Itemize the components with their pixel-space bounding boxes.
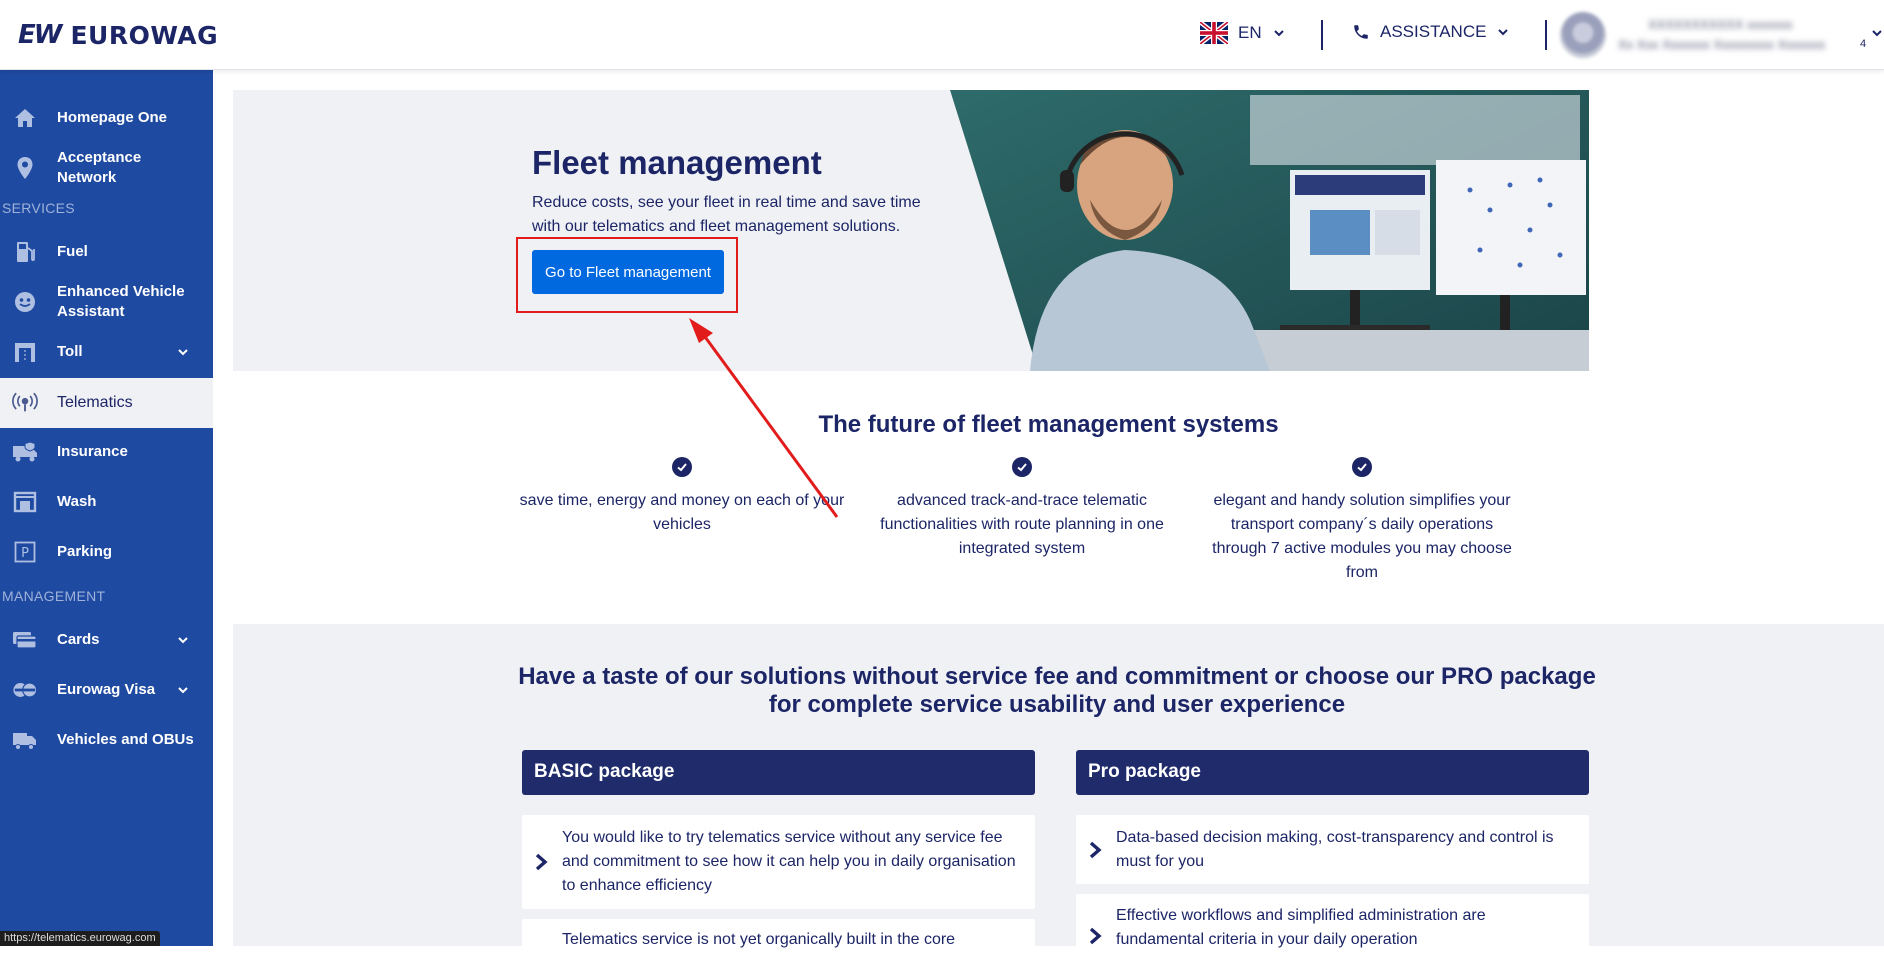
home-icon bbox=[12, 105, 38, 131]
sidebar-item-vehicles-obus[interactable]: Vehicles and OBUs bbox=[0, 722, 213, 758]
chevron-right-icon bbox=[1089, 927, 1102, 945]
check-circle-icon bbox=[1012, 457, 1032, 477]
check-circle-icon bbox=[1352, 457, 1372, 477]
sidebar-item-label: Insurance bbox=[57, 443, 128, 460]
toll-gate-icon bbox=[12, 339, 38, 365]
sidebar-item-label: Eurowag Visa bbox=[57, 681, 156, 698]
page-title: Fleet management bbox=[532, 144, 822, 181]
package-item-text: Data-based decision making, cost-transpa… bbox=[1116, 828, 1554, 870]
sidebar-item-label: Vehicles and OBUs bbox=[57, 731, 194, 748]
highlight-box bbox=[516, 237, 738, 313]
sidebar-item-label: Toll bbox=[57, 343, 83, 360]
sidebar-item-eurowag-visa[interactable]: Eurowag Visa bbox=[0, 672, 213, 708]
package-item-text: You would like to try telematics service… bbox=[562, 829, 1016, 894]
language-label: EN bbox=[1238, 23, 1262, 42]
sidebar-item-label: Parking bbox=[57, 543, 113, 560]
status-bar-url: https://telematics.eurowag.com bbox=[0, 931, 160, 946]
user-name: XXXXXXXXXXX xxxxxxx bbox=[1648, 17, 1793, 32]
visa-icon bbox=[12, 677, 38, 703]
user-company: Xx Xxx Xxxxxxx Xxxxxxxxx Xxxxxxx bbox=[1618, 37, 1826, 52]
sidebar-item-fuel[interactable]: Fuel bbox=[0, 234, 213, 270]
chevron-right-icon bbox=[535, 853, 548, 871]
hero-image bbox=[950, 90, 1589, 371]
sidebar-item-acceptance-network[interactable]: Acceptance Network bbox=[0, 145, 213, 191]
sidebar: Homepage One Acceptance Network SERVICES… bbox=[0, 70, 213, 946]
sidebar-item-label: Homepage One bbox=[57, 109, 168, 126]
chevron-down-icon bbox=[178, 349, 188, 356]
pro-package-item: Data-based decision making, cost-transpa… bbox=[1076, 815, 1589, 884]
basic-package-item: You would like to try telematics service… bbox=[522, 815, 1035, 909]
truck-icon bbox=[12, 727, 38, 753]
avatar bbox=[1560, 12, 1606, 58]
user-info: XXXXXXXXXXX xxxxxxx Xx Xxx Xxxxxxx Xxxxx… bbox=[1618, 15, 1825, 55]
top-header: EW EUROWAG EN ASSISTANCE XXXXXXXXXXX xxx… bbox=[0, 0, 1884, 70]
basic-package-header: BASIC package bbox=[522, 750, 1035, 795]
sidebar-item-label: Wash bbox=[57, 493, 97, 510]
chevron-down-icon bbox=[178, 687, 188, 694]
uk-flag-icon bbox=[1200, 22, 1228, 44]
assistant-icon bbox=[12, 289, 38, 315]
feature-text: advanced track-and-trace telematic funct… bbox=[880, 492, 1164, 557]
check-circle-icon bbox=[672, 457, 692, 477]
insurance-truck-icon bbox=[12, 439, 38, 465]
logo-mark: EW bbox=[18, 20, 62, 50]
feature-item: elegant and handy solution simplifies yo… bbox=[1192, 457, 1532, 585]
sidebar-item-insurance[interactable]: Insurance bbox=[0, 434, 213, 470]
hero-description: Reduce costs, see your fleet in real tim… bbox=[532, 194, 921, 235]
assistance-menu[interactable]: ASSISTANCE bbox=[1352, 22, 1510, 42]
fuel-pump-icon bbox=[12, 239, 38, 265]
feature-text: save time, energy and money on each of y… bbox=[519, 492, 845, 533]
sidebar-item-homepage[interactable]: Homepage One bbox=[0, 100, 213, 136]
location-pin-icon bbox=[12, 155, 38, 181]
eurowag-logo[interactable]: EW EUROWAG bbox=[18, 20, 218, 50]
package-item-text: Effective workflows and simplified admin… bbox=[1116, 907, 1486, 948]
pro-package-header: Pro package bbox=[1076, 750, 1589, 795]
sidebar-item-wash[interactable]: Wash bbox=[0, 484, 213, 520]
chevron-down-icon bbox=[1498, 29, 1509, 36]
cards-icon bbox=[12, 627, 38, 653]
sidebar-item-toll[interactable]: Toll bbox=[0, 334, 213, 370]
section-title-services: SERVICES bbox=[2, 200, 75, 216]
wash-icon bbox=[12, 489, 38, 515]
package-item-text: Telematics service is not yet organicall… bbox=[562, 931, 956, 948]
chevron-down-icon bbox=[178, 637, 188, 644]
feature-item: advanced track-and-trace telematic funct… bbox=[852, 457, 1192, 561]
sidebar-item-parking[interactable]: P Parking bbox=[0, 534, 213, 570]
svg-text:P: P bbox=[21, 546, 29, 561]
sidebar-item-label: Acceptance Network bbox=[57, 149, 142, 186]
feature-text: elegant and handy solution simplifies yo… bbox=[1212, 492, 1512, 581]
sidebar-item-label: Fuel bbox=[57, 243, 88, 260]
feature-item: save time, energy and money on each of y… bbox=[512, 457, 852, 537]
sidebar-item-cards[interactable]: Cards bbox=[0, 622, 213, 658]
parking-icon: P bbox=[12, 539, 38, 565]
section-title-management: MANAGEMENT bbox=[2, 588, 106, 604]
chevron-down-icon bbox=[1273, 30, 1284, 37]
basic-package-item: Telematics service is not yet organicall… bbox=[522, 919, 1035, 959]
sidebar-item-enhanced-vehicle-assistant[interactable]: Enhanced Vehicle Assistant bbox=[0, 279, 213, 325]
header-divider bbox=[1321, 20, 1323, 50]
header-divider bbox=[1545, 20, 1547, 50]
assistance-label: ASSISTANCE bbox=[1380, 22, 1487, 41]
features-title: The future of fleet management systems bbox=[818, 411, 1279, 438]
phone-icon bbox=[1354, 25, 1368, 39]
chevron-right-icon bbox=[1089, 841, 1102, 858]
chevron-down-icon[interactable] bbox=[1870, 26, 1884, 40]
language-selector[interactable]: EN bbox=[1200, 22, 1286, 44]
logo-text: EUROWAG bbox=[70, 20, 219, 50]
packages-title: Have a taste of our solutions without se… bbox=[518, 663, 1596, 718]
sidebar-item-label: Cards bbox=[57, 631, 100, 648]
user-badge: 4 bbox=[1860, 38, 1867, 50]
sidebar-item-label: Enhanced Vehicle Assistant bbox=[57, 283, 185, 320]
pro-package-item: Effective workflows and simplified admin… bbox=[1076, 894, 1589, 954]
user-menu[interactable]: XXXXXXXXXXX xxxxxxx Xx Xxx Xxxxxxx Xxxxx… bbox=[1560, 12, 1825, 58]
sidebar-item-label: Telematics bbox=[57, 394, 133, 411]
